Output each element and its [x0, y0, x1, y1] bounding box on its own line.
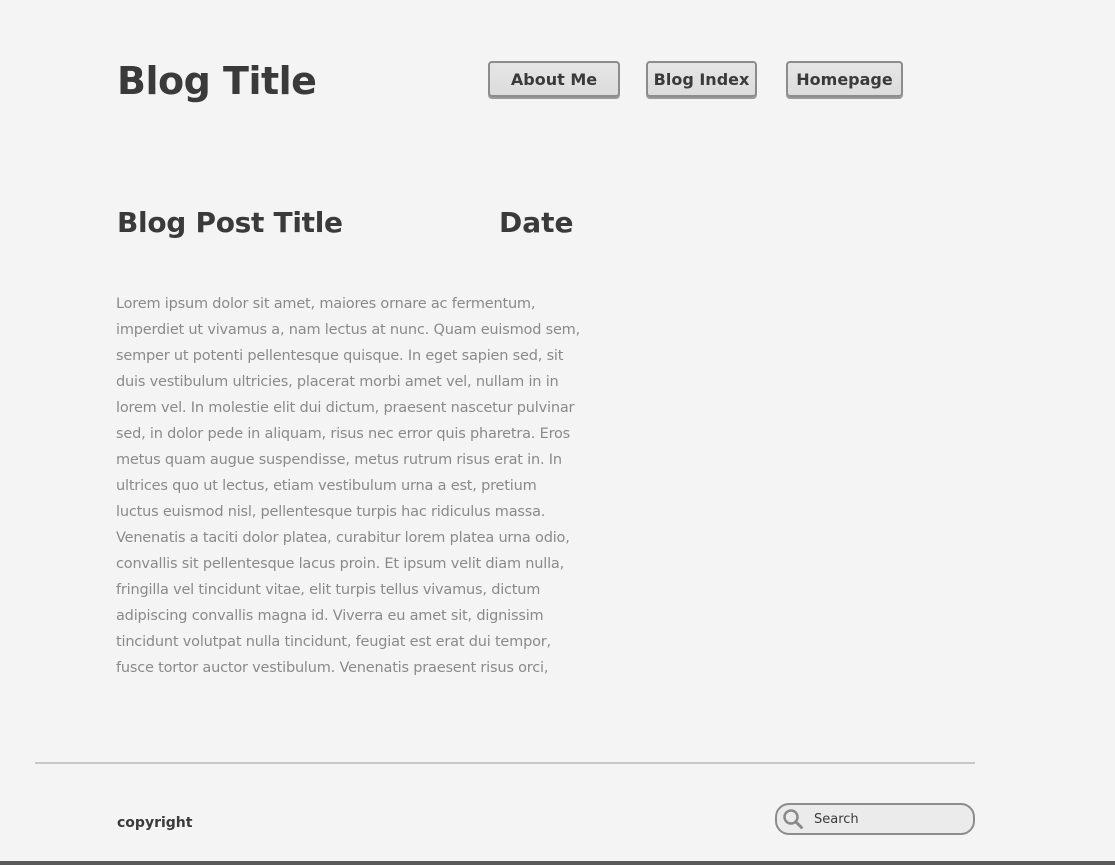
copyright-text: copyright — [117, 815, 193, 831]
search-box[interactable] — [775, 803, 975, 835]
blog-title: Blog Title — [117, 59, 317, 103]
post-title: Blog Post Title — [117, 206, 343, 239]
bottom-edge — [0, 861, 1115, 865]
post-date: Date — [499, 206, 574, 239]
about-me-button[interactable]: About Me — [488, 61, 620, 97]
homepage-button[interactable]: Homepage — [786, 61, 903, 97]
search-icon[interactable] — [780, 806, 806, 832]
search-input[interactable] — [814, 811, 964, 827]
post-body: Lorem ipsum dolor sit amet, maiores orna… — [116, 296, 581, 676]
blog-index-button[interactable]: Blog Index — [646, 61, 757, 97]
footer-divider — [35, 762, 975, 764]
